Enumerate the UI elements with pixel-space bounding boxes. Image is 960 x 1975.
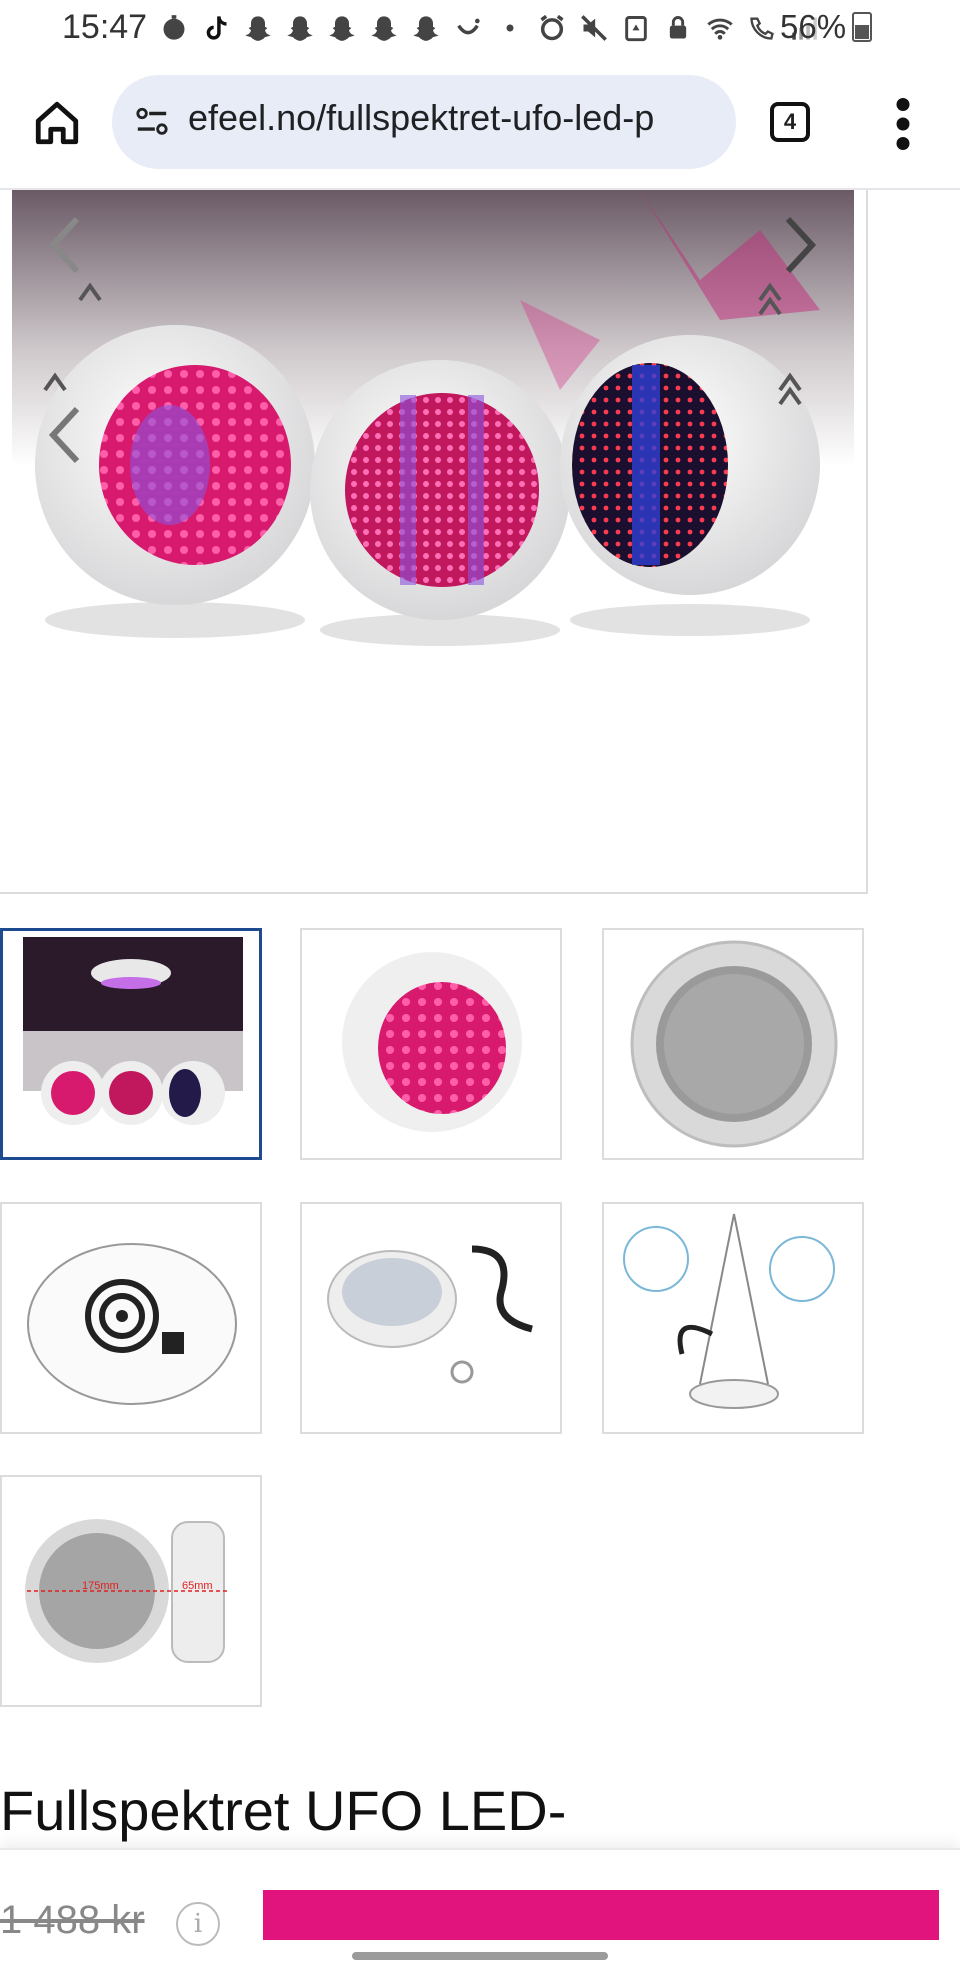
snapchat-icon	[413, 16, 439, 41]
battery-percent: 56%	[780, 8, 847, 45]
three-ufo-led-grow-lights-photo	[0, 190, 866, 892]
thumb-image: 175mm 65mm	[25, 1519, 227, 1663]
thumb-hanging-kit[interactable]	[602, 1202, 864, 1434]
thumb-dimensions[interactable]: 175mm 65mm	[0, 1475, 262, 1707]
recycle-icon	[625, 16, 647, 42]
home-icon[interactable]	[32, 98, 82, 148]
snapchat-icon	[371, 16, 397, 41]
product-title: Fullspektret UFO LED-	[0, 1779, 567, 1842]
site-settings-icon[interactable]	[134, 105, 170, 139]
timer-icon	[163, 15, 185, 40]
alarm-icon	[540, 14, 564, 41]
dimension-label-diameter: 175mm	[82, 1580, 119, 1592]
status-bar: 15:47 56%	[0, 0, 960, 60]
thumb-image	[623, 1213, 835, 1409]
thumb-single-light-angle[interactable]	[300, 928, 562, 1160]
info-icon[interactable]: i	[176, 1902, 220, 1946]
mute-icon	[581, 15, 607, 41]
thumb-image	[23, 937, 243, 1137]
prev-image-icon[interactable]	[45, 215, 85, 275]
snapchat-icon	[287, 16, 313, 41]
thumb-lights-hanging-set[interactable]	[0, 928, 262, 1160]
main-product-image[interactable]	[0, 190, 868, 894]
battery-icon	[852, 12, 873, 42]
thumb-light-back-fan[interactable]	[0, 1202, 262, 1434]
snapchat-icon	[329, 16, 355, 41]
dot-icon	[506, 24, 514, 32]
more-vert-icon[interactable]	[890, 98, 916, 150]
thumb-image	[327, 1245, 533, 1384]
status-time: 15:47	[62, 8, 148, 46]
snapchat-icon	[245, 16, 271, 41]
thumb-image	[342, 952, 522, 1132]
url-text[interactable]: efeel.no/fullspektret-ufo-led-p	[188, 97, 718, 139]
status-icons	[160, 10, 818, 46]
thumb-light-front-off[interactable]	[602, 928, 864, 1160]
old-price: 1 488 kr	[0, 1898, 145, 1942]
chevron-left-icon[interactable]	[45, 405, 85, 465]
lock-icon	[669, 16, 687, 39]
chevron-right-icon[interactable]	[780, 215, 820, 275]
dimension-label-height: 65mm	[182, 1580, 213, 1592]
battery-status: 56%	[780, 8, 873, 46]
smile-icon	[457, 18, 480, 35]
buy-button[interactable]	[263, 1890, 939, 1940]
tab-switcher-button[interactable]: 4	[770, 102, 810, 142]
thumb-image	[630, 940, 838, 1148]
browser-toolbar: efeel.no/fullspektret-ufo-led-p 4	[0, 60, 960, 190]
thumb-image	[27, 1243, 237, 1405]
wifi-icon	[707, 18, 733, 40]
address-bar[interactable]: efeel.no/fullspektret-ufo-led-p	[112, 75, 736, 169]
wifi-call-icon	[750, 17, 774, 40]
thumb-light-with-cable[interactable]	[300, 1202, 562, 1434]
gesture-navigation-bar[interactable]	[352, 1952, 608, 1960]
tiktok-icon	[206, 16, 227, 40]
